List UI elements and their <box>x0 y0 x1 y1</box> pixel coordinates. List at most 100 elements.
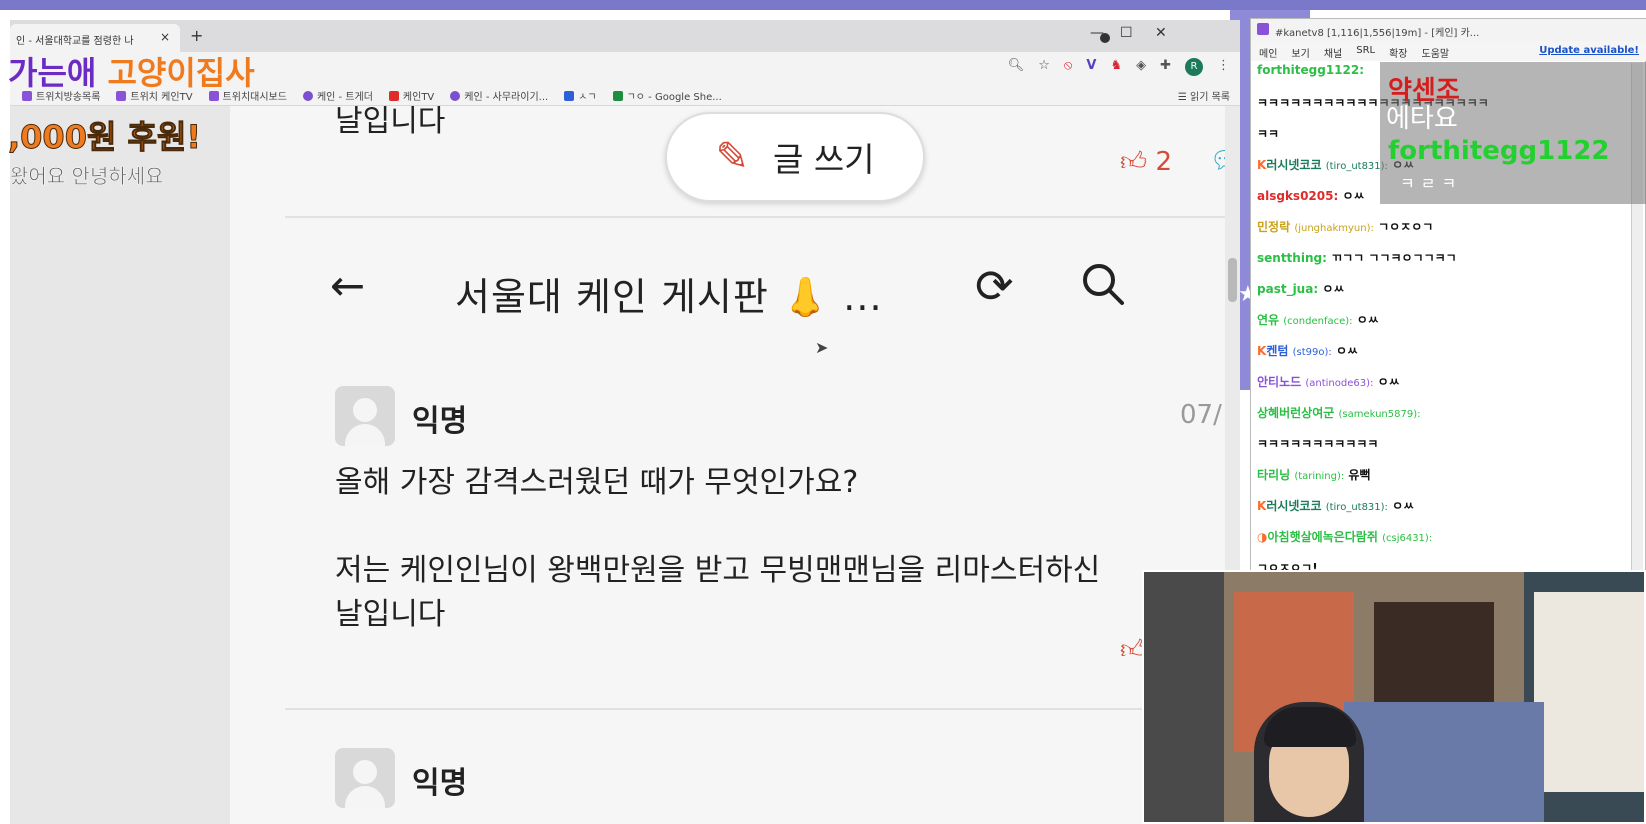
chat-message: ◑아침햇살에녹은다람쥐 (csj6431): <box>1257 528 1432 545</box>
minimize-button[interactable]: — <box>1090 25 1104 41</box>
follow-alert-overlay: 약센조 에타요 forthitegg1122 ㅋㄹㅋ <box>1380 62 1646 204</box>
post-date: 07/ <box>1180 400 1222 430</box>
chat-message: 민정락 (junghakmyun): ㄱㅇㅈㅇㄱ <box>1257 218 1433 235</box>
chat-message: K켄텀 (st99o): ㅇㅆ <box>1257 342 1358 359</box>
chat-user-id: (tiro_ut831): <box>1325 502 1388 513</box>
web-page: 날입니다 ✎ 글 쓰기 👍︎ 2 💬︎ ← 서울대 케인 게시판 👃 ... ⟳… <box>230 106 1225 824</box>
page-left-gutter <box>10 106 230 824</box>
twitgether-icon <box>302 91 313 101</box>
write-post-button[interactable]: ✎ 글 쓰기 <box>665 112 925 202</box>
donation-overlay-message: 왔어요 안녕하세요 <box>10 164 164 189</box>
chat-badge-icon: ◑ <box>1257 530 1268 544</box>
chat-text: ㄱㅇㅈㅇㄱ <box>1378 220 1434 234</box>
bookmark-item[interactable]: 케인 - 사무라이기... <box>450 88 548 103</box>
chat-message: 상혜버런상여군 (samekun5879): <box>1257 404 1420 421</box>
twitch-icon <box>1257 23 1269 35</box>
search-icon[interactable] <box>1080 261 1126 307</box>
bookmark-item[interactable]: ㄱㅇ - Google She... <box>612 88 722 103</box>
chat-menu-item[interactable]: 확장 <box>1389 45 1407 60</box>
chat-nickname[interactable]: 상혜버런상여군 <box>1257 406 1334 420</box>
chat-text: ㅇㅆ <box>1335 344 1359 358</box>
fox-extension-icon[interactable]: ♞ <box>1110 58 1122 76</box>
board-header: ← 서울대 케인 게시판 👃 ... ⟳ <box>230 241 1225 331</box>
chat-text: ㅇㅆ <box>1356 313 1379 327</box>
chat-text: ㅋㅋㅋㅋㅋㅋㅋㅋㅋㅋㅋ <box>1257 437 1379 451</box>
pencil-icon: ✎ <box>715 134 749 180</box>
chat-nickname[interactable]: 아침햇살에녹은다람쥐 <box>1267 530 1377 544</box>
bookmark-item[interactable]: ㅅㄱ <box>564 88 597 103</box>
chat-badge-icon: K <box>1257 499 1267 513</box>
alert-line4: ㅋㄹㅋ <box>1400 174 1463 193</box>
v-extension-icon[interactable]: V <box>1086 58 1096 76</box>
chat-nickname[interactable]: forthitegg1122: <box>1257 63 1364 77</box>
maximize-button[interactable]: ☐ <box>1120 25 1133 41</box>
chat-message: ㅋㅋ <box>1257 125 1279 142</box>
sheets-icon <box>612 91 623 101</box>
donation-overlay-line1: 가는애 고양이집사 <box>8 54 255 92</box>
puzzle-icon[interactable]: ✚ <box>1160 58 1171 76</box>
chat-nickname[interactable]: past_jua: <box>1257 282 1318 296</box>
search-icon[interactable]: 🔍︎ <box>1008 58 1025 76</box>
chat-user-id: (st99o): <box>1292 347 1332 358</box>
comment-icon[interactable]: 💬︎ <box>1210 146 1225 174</box>
previous-post-like[interactable]: 👍︎ 2 <box>1120 146 1172 177</box>
close-window-button[interactable]: ✕ <box>1155 25 1167 41</box>
chat-message: alsgks0205: ㅇㅆ <box>1257 187 1365 204</box>
post-body: 올해 가장 감격스러웠던 때가 무엇인가요? 저는 케인인님이 왕백만원을 받고… <box>335 465 1101 632</box>
chat-message: sentthing: ㄲㄱㄱ ㄱㄱㅋㅇㄱㄱㅋㄱ <box>1257 249 1457 266</box>
refresh-icon[interactable]: ⟳ <box>975 259 1014 313</box>
donation-overlay-amount: ,000원 후원! <box>7 118 202 157</box>
reading-list-button[interactable]: ☰ 읽기 목록 <box>1178 88 1230 103</box>
chat-menu-item[interactable]: 보기 <box>1291 45 1309 60</box>
chat-menu-item[interactable]: 메인 <box>1259 45 1277 60</box>
chat-badge-icon: K <box>1257 344 1267 358</box>
chat-text: ㅋㅋ <box>1257 127 1280 141</box>
new-tab-button[interactable]: + <box>190 26 203 45</box>
chat-title-bar: #kanetv8 [1,116|1,556|19m] - [케인] 카... <box>1251 19 1646 41</box>
chat-nickname[interactable]: 민정락 <box>1257 220 1290 234</box>
mouse-cursor-icon: ➤ <box>815 338 829 357</box>
chat-nickname[interactable]: 타리닝 <box>1257 468 1290 482</box>
chat-nickname[interactable]: 켄텀 <box>1266 344 1288 358</box>
chat-nickname[interactable]: 연유 <box>1257 313 1279 327</box>
webcam-toy-shelf <box>1344 702 1544 822</box>
chat-message: 연유 (condenface): ㅇㅆ <box>1257 311 1379 328</box>
chat-nickname[interactable]: alsgks0205: <box>1257 189 1338 203</box>
bookmark-item[interactable]: 케인 - 트게더 <box>302 88 373 103</box>
chat-nickname[interactable]: sentthing: <box>1257 251 1327 265</box>
chat-badge-icon: K <box>1257 158 1267 172</box>
chat-user-id: (tarining): <box>1294 471 1345 482</box>
chat-menu-item[interactable]: SRL <box>1356 45 1375 57</box>
chat-user-id: (samekun5879): <box>1338 409 1421 420</box>
write-post-label: 글 쓰기 <box>772 140 875 179</box>
update-available-link[interactable]: Update available! <box>1539 45 1639 57</box>
profile-avatar[interactable]: R <box>1185 58 1203 76</box>
chat-message: 안티노드 (antinode63): ㅇㅆ <box>1257 373 1400 390</box>
blue-site-icon <box>564 91 575 101</box>
webcam-door <box>1144 572 1224 822</box>
chat-user-id: (junghakmyun): <box>1294 223 1374 234</box>
youtube-icon <box>388 91 399 101</box>
chat-menu-item[interactable]: 도움말 <box>1422 45 1450 60</box>
chat-user-id: (csj6431): <box>1382 533 1433 544</box>
stream-frame-bar <box>0 0 1646 10</box>
menu-kebab-icon[interactable]: ⋮ <box>1217 58 1230 76</box>
bookmark-item[interactable]: 케인TV <box>388 88 434 103</box>
tab-close-icon[interactable]: × <box>160 30 170 44</box>
star-icon[interactable]: ☆ <box>1038 58 1050 76</box>
chat-text: 유뻑 <box>1348 468 1371 482</box>
post-author: 익명 <box>412 404 468 439</box>
chat-nickname[interactable]: 안티노드 <box>1257 375 1301 389</box>
scrollbar-thumb[interactable] <box>1228 258 1237 302</box>
webcam-feed <box>1142 570 1646 824</box>
back-arrow-icon[interactable]: ← <box>330 261 365 310</box>
chat-nickname[interactable]: 러시넷코코 <box>1266 499 1321 513</box>
chat-text: ㅇㅆ <box>1342 189 1365 203</box>
chat-nickname[interactable]: 러시넷코코 <box>1266 158 1321 172</box>
avatar <box>335 386 395 446</box>
extension-icon[interactable]: ⦸ <box>1064 58 1072 76</box>
post-author: 익명 <box>412 766 468 801</box>
chat-user-id: (antinode63): <box>1305 378 1374 389</box>
shield-extension-icon[interactable]: ◈ <box>1136 58 1146 76</box>
chat-menu-item[interactable]: 채널 <box>1324 45 1342 60</box>
